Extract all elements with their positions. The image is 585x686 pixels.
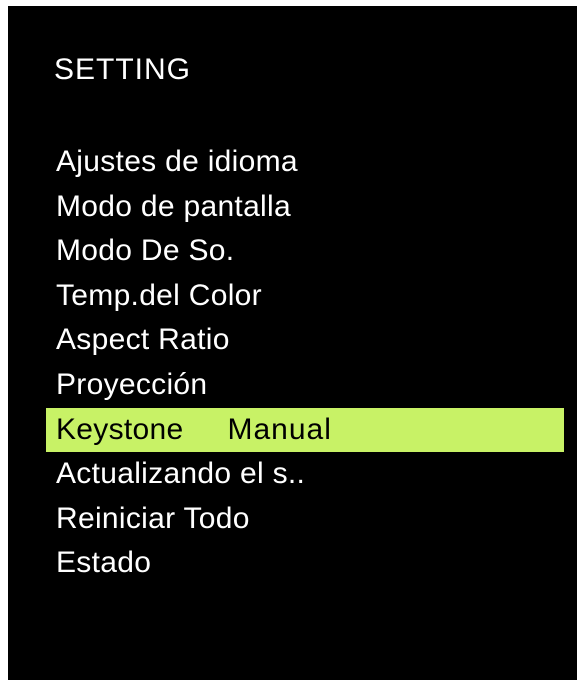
menu-item-software-update[interactable]: Actualizando el s.. [46,452,564,497]
osd-settings-screen: SETTING Ajustes de idioma Modo de pantal… [8,6,577,680]
menu-item-label: Aspect Ratio [56,323,230,357]
menu-item-projection[interactable]: Proyección [46,363,564,408]
menu-item-label: Modo de pantalla [56,189,291,223]
menu-item-label: Ajustes de idioma [56,145,298,178]
menu-item-aspect-ratio[interactable]: Aspect Ratio [46,318,564,363]
settings-menu: Ajustes de idioma Modo de pantalla Modo … [46,140,564,586]
page-title: SETTING [54,53,192,86]
menu-item-status[interactable]: Estado [46,541,564,586]
menu-item-label: Actualizando el s.. [56,457,306,491]
menu-item-label: Proyección [56,367,208,401]
menu-item-display-mode[interactable]: Modo de pantalla [46,185,564,230]
menu-item-label: Temp.del Color [56,278,262,312]
keystone-mode-value: Manual [227,412,332,446]
menu-item-label: Modo De So. [56,234,235,268]
menu-item-label: Keystone [56,412,184,446]
menu-item-label: Estado [56,546,152,580]
menu-item-sound-mode[interactable]: Modo De So. [46,229,564,274]
menu-item-label: Reiniciar Todo [56,501,250,535]
menu-item-keystone[interactable]: Keystone Manual [46,407,564,453]
menu-item-reset-all[interactable]: Reiniciar Todo [46,497,564,542]
menu-item-language-settings[interactable]: Ajustes de idioma [46,140,564,185]
menu-item-color-temperature[interactable]: Temp.del Color [46,274,564,319]
